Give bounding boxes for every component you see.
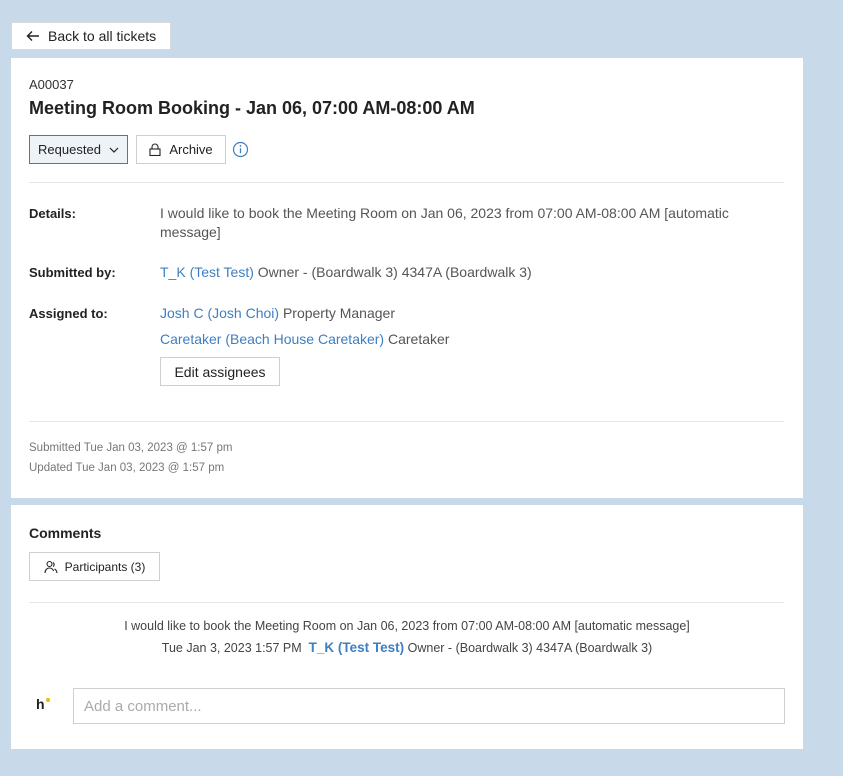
- comment-time: Tue Jan 3, 2023 1:57 PM: [161, 641, 302, 655]
- avatar-letter: h: [36, 696, 45, 712]
- divider: [29, 421, 784, 422]
- comment-meta: Tue Jan 3, 2023 1:57 PM T_K (Test Test) …: [11, 640, 803, 655]
- submitted-timestamp: Submitted Tue Jan 03, 2023 @ 1:57 pm: [29, 442, 233, 454]
- submitted-by-label: Submitted by:: [29, 265, 116, 280]
- comments-card: Comments Participants (3) I would like t…: [11, 505, 803, 749]
- details-label: Details:: [29, 206, 76, 221]
- ticket-title: Meeting Room Booking - Jan 06, 07:00 AM-…: [29, 98, 475, 118]
- details-text: I would like to book the Meeting Room on…: [160, 205, 729, 240]
- divider: [29, 182, 784, 183]
- assignee-link[interactable]: Caretaker (Beach House Caretaker): [160, 331, 384, 347]
- status-dropdown[interactable]: Requested: [29, 135, 128, 164]
- participants-button[interactable]: Participants (3): [29, 552, 160, 581]
- comment-text: I would like to book the Meeting Room on…: [124, 619, 690, 633]
- assignee-row: Josh C (Josh Choi) Property Manager: [160, 304, 395, 323]
- assignee-role: Caretaker: [388, 331, 450, 347]
- lock-icon: [149, 143, 161, 156]
- avatar: h: [36, 696, 50, 712]
- updated-timestamp: Updated Tue Jan 03, 2023 @ 1:57 pm: [29, 462, 225, 474]
- comment-author-role: Owner - (Boardwalk 3) 4347A (Boardwalk 3…: [407, 641, 653, 655]
- submitted-by-value: T_K (Test Test) Owner - (Boardwalk 3) 43…: [160, 263, 532, 282]
- submitter-role: Owner - (Boardwalk 3) 4347A (Boardwalk 3…: [257, 264, 532, 280]
- participants-icon: [44, 560, 58, 573]
- archive-button[interactable]: Archive: [136, 135, 226, 164]
- arrow-left-icon: [26, 31, 39, 41]
- assignee-role: Property Manager: [282, 305, 395, 321]
- info-icon[interactable]: [232, 141, 249, 158]
- avatar-dot: [46, 698, 50, 702]
- back-label: Back to all tickets: [48, 28, 157, 44]
- comments-title: Comments: [29, 525, 102, 541]
- assigned-to-label: Assigned to:: [29, 306, 108, 321]
- chevron-down-icon: [109, 147, 119, 153]
- edit-assignees-button[interactable]: Edit assignees: [160, 357, 280, 386]
- assignee-row: Caretaker (Beach House Caretaker) Careta…: [160, 330, 449, 349]
- comment-input[interactable]: [73, 688, 785, 724]
- archive-label: Archive: [169, 142, 213, 157]
- status-value: Requested: [38, 142, 101, 157]
- ticket-card: A00037 Meeting Room Booking - Jan 06, 07…: [11, 58, 803, 498]
- submitter-link[interactable]: T_K (Test Test): [160, 264, 254, 280]
- divider: [29, 602, 784, 603]
- back-to-tickets-button[interactable]: Back to all tickets: [11, 22, 172, 50]
- participants-label: Participants (3): [64, 559, 146, 574]
- comment-author-link[interactable]: T_K (Test Test): [309, 640, 405, 655]
- ticket-id: A00037: [29, 77, 74, 92]
- assignee-link[interactable]: Josh C (Josh Choi): [160, 305, 279, 321]
